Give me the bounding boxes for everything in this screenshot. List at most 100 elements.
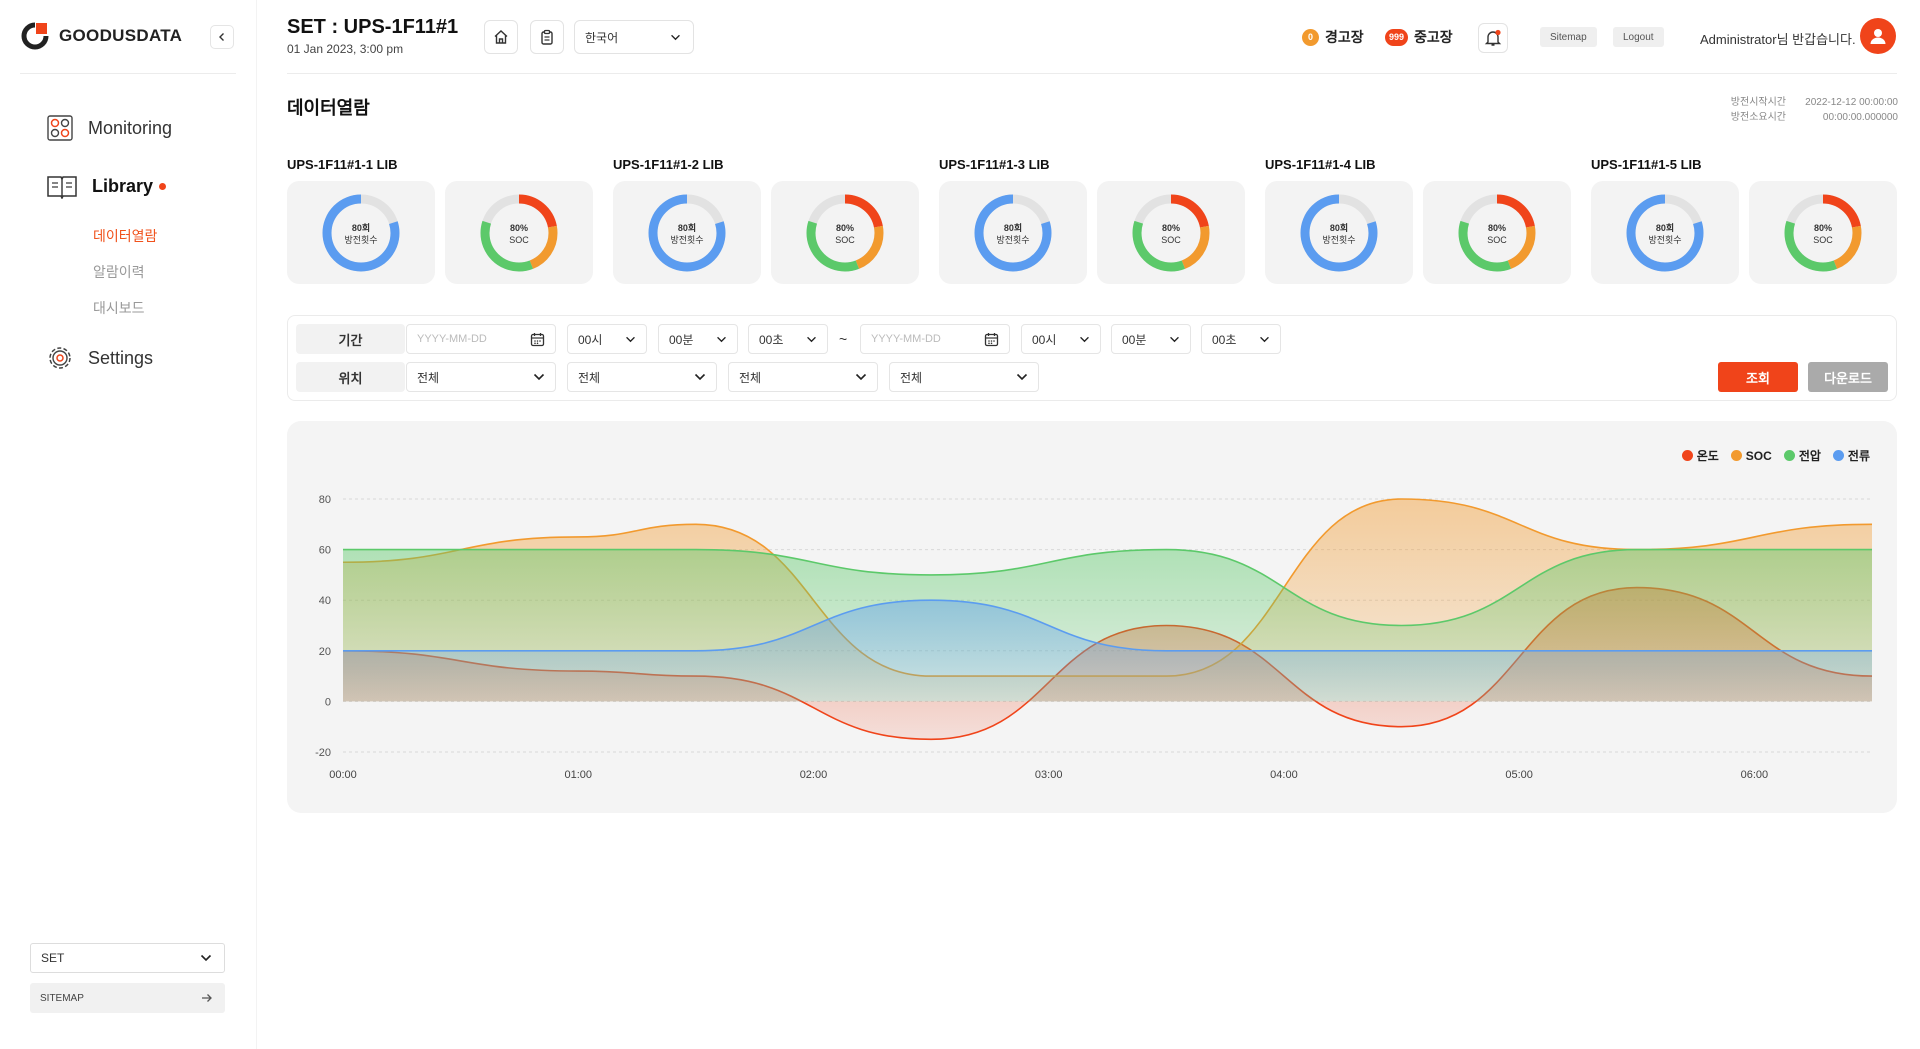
soc-card[interactable]: 80% SOC (1749, 181, 1897, 284)
chevron-down-icon (717, 336, 726, 342)
soc-value: 80% (1814, 223, 1832, 233)
meta-duration-value: 00:00:00.000000 (1822, 112, 1898, 123)
location-select-3-value: 전체 (739, 370, 762, 385)
gear-icon (49, 347, 71, 369)
chevron-down-icon (533, 373, 545, 381)
discharge-count-donut: 80회방전횟수 (974, 194, 1052, 271)
battery-name: UPS-1F11#1-5 LIB (1591, 157, 1702, 172)
chevron-down-icon (855, 373, 867, 381)
start-minute-select[interactable]: 00분 (658, 324, 738, 354)
location-select-2-value: 전체 (578, 370, 601, 385)
chevron-down-icon (694, 373, 706, 381)
nav-settings[interactable]: Settings (46, 344, 153, 372)
end-minute-select[interactable]: 00분 (1111, 324, 1191, 354)
start-hour-select[interactable]: 00시 (567, 324, 647, 354)
set-select[interactable]: SET (30, 943, 225, 973)
bell-icon (1484, 29, 1502, 46)
brand[interactable]: GOODUSDATA (20, 21, 182, 51)
y-tick-label: -20 (315, 747, 331, 759)
y-tick-label: 60 (319, 545, 331, 557)
soc-card[interactable]: 80% SOC (1423, 181, 1571, 284)
active-dot-icon (159, 183, 167, 191)
sidebar-sitemap-link[interactable]: SITEMAP (30, 983, 225, 1013)
search-button[interactable]: 조회 (1718, 362, 1798, 392)
soc-donut: 80% SOC (1458, 194, 1536, 271)
monitoring-icon (47, 115, 73, 141)
book-icon (47, 176, 77, 199)
discharge-count-value: 80회 (1330, 222, 1348, 233)
nav-monitoring[interactable]: Monitoring (46, 114, 172, 142)
discharge-count-label: 방전횟수 (1322, 234, 1355, 245)
submenu-data-view[interactable]: 데이터열람 (93, 226, 157, 246)
discharge-count-card[interactable]: 80회 방전횟수 (1591, 181, 1739, 284)
discharge-count-label: 방전횟수 (344, 234, 377, 245)
soc-card[interactable]: 80% SOC (1097, 181, 1245, 284)
y-tick-label: 0 (325, 696, 331, 708)
soc-donut: 80% SOC (1784, 194, 1862, 271)
soc-label: SOC (1487, 235, 1507, 245)
notification-button[interactable] (1478, 23, 1508, 53)
user-icon (1870, 29, 1886, 44)
end-second-select[interactable]: 00초 (1201, 324, 1281, 354)
submenu-alarm-history[interactable]: 알람이력 (93, 262, 145, 282)
chevron-left-icon (219, 33, 224, 41)
discharge-count-value: 80회 (678, 222, 696, 233)
logout-button[interactable]: Logout (1613, 27, 1664, 47)
soc-card[interactable]: 80% SOC (445, 181, 593, 284)
discharge-count-value: 80회 (1656, 222, 1674, 233)
discharge-count-donut: 80회방전횟수 (1626, 194, 1704, 271)
meta-start-label: 방전시작시간 (1730, 97, 1786, 108)
download-button[interactable]: 다운로드 (1808, 362, 1888, 392)
fault-status[interactable]: 999 중고장 (1385, 27, 1453, 47)
discharge-count-label: 방전횟수 (670, 234, 703, 245)
soc-value: 80% (836, 223, 854, 233)
avatar[interactable] (1860, 18, 1896, 54)
discharge-count-value: 80회 (352, 222, 370, 233)
chevron-down-icon (200, 954, 212, 962)
discharge-count-card[interactable]: 80회 방전횟수 (613, 181, 761, 284)
start-date-placeholder: YYYY-MM-DD (417, 333, 487, 345)
submenu-dashboard[interactable]: 대시보드 (93, 298, 145, 318)
nav-library-label: Library (92, 176, 167, 197)
y-tick-label: 80 (319, 494, 331, 506)
discharge-count-card[interactable]: 80회 방전횟수 (1265, 181, 1413, 284)
chevron-down-icon (807, 336, 816, 342)
period-label: 기간 (296, 324, 405, 354)
soc-value: 80% (1162, 223, 1180, 233)
language-select[interactable]: 한국어 (574, 20, 694, 54)
discharge-count-card[interactable]: 80회 방전횟수 (939, 181, 1087, 284)
start-second-select[interactable]: 00초 (748, 324, 828, 354)
location-select-3[interactable]: 전체 (728, 362, 878, 392)
warning-status[interactable]: 0 경고장 (1302, 27, 1364, 47)
sitemap-link[interactable]: Sitemap (1540, 27, 1597, 47)
nav-library[interactable]: Library (46, 173, 167, 199)
location-select-1[interactable]: 전체 (406, 362, 556, 392)
start-second-value: 00초 (759, 332, 784, 347)
goodusdata-logo-icon (21, 22, 49, 50)
collapse-sidebar-button[interactable] (210, 25, 234, 49)
discharge-count-card[interactable]: 80회 방전횟수 (287, 181, 435, 284)
location-select-4[interactable]: 전체 (889, 362, 1039, 392)
location-select-4-value: 전체 (900, 370, 923, 385)
soc-label: SOC (835, 235, 855, 245)
home-button[interactable] (484, 20, 518, 54)
x-tick-label: 05:00 (1505, 769, 1533, 781)
discharge-count-label: 방전횟수 (996, 234, 1029, 245)
start-hour-value: 00시 (578, 332, 603, 347)
clipboard-icon (541, 29, 553, 45)
warning-label: 경고장 (1325, 29, 1364, 45)
location-select-2[interactable]: 전체 (567, 362, 717, 392)
start-date-input[interactable]: YYYY-MM-DD (406, 324, 556, 354)
end-hour-select[interactable]: 00시 (1021, 324, 1101, 354)
soc-card[interactable]: 80% SOC (771, 181, 919, 284)
battery-name: UPS-1F11#1-3 LIB (939, 157, 1050, 172)
sidebar-sitemap-label: SITEMAP (40, 992, 84, 1004)
battery-name: UPS-1F11#1-4 LIB (1265, 157, 1376, 172)
page-set-title: SET : UPS-1F11#1 (287, 16, 459, 38)
clipboard-button[interactable] (530, 20, 564, 54)
sidebar-divider (20, 73, 236, 74)
end-date-input[interactable]: YYYY-MM-DD (860, 324, 1010, 354)
battery-name: UPS-1F11#1-2 LIB (613, 157, 724, 172)
y-tick-label: 40 (319, 595, 331, 607)
soc-label: SOC (509, 235, 529, 245)
